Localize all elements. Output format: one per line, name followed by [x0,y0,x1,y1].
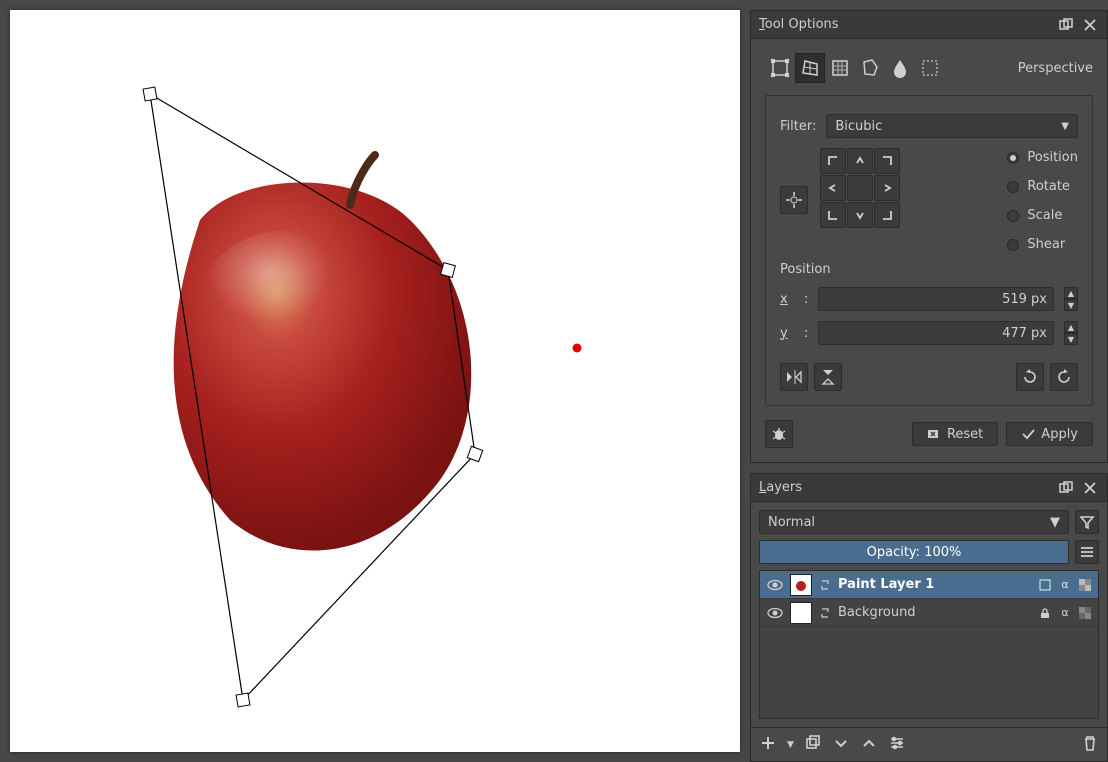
nudge-top-left[interactable] [820,148,846,174]
nudge-up[interactable] [847,148,873,174]
chevron-down-icon: ▼ [1061,121,1069,132]
filter-label: Filter: [780,119,816,134]
nudge-top-right[interactable] [874,148,900,174]
nudge-pad [820,148,900,228]
filter-value: Bicubic [835,119,882,134]
anchor-origin-button[interactable] [780,186,808,214]
mode-rotate-radio[interactable]: Rotate [1007,179,1078,194]
link-icon[interactable] [818,578,832,592]
filter-combo[interactable]: Bicubic ▼ [826,114,1078,138]
filter-layers-icon[interactable] [1075,510,1099,534]
rotate-cw-button[interactable] [1050,363,1078,391]
free-transform-icon[interactable] [765,53,795,83]
transform-mode-icons: Perspective [765,53,1093,83]
position-label: Position [780,262,1078,277]
transform-group: Filter: Bicubic ▼ [765,95,1093,406]
add-layer-button[interactable] [759,734,777,756]
tool-options-header: Tool Options [751,11,1107,39]
reset-icon [927,427,941,441]
nudge-left[interactable] [820,175,846,201]
y-label: y [780,326,794,341]
visibility-icon[interactable] [766,605,784,621]
check-icon [1021,427,1035,441]
layer-list: Paint Layer 1 α Background α [759,570,1099,719]
alpha-icon[interactable]: α [1058,606,1072,620]
add-layer-menu-icon[interactable]: ▼ [787,740,794,750]
mode-scale-radio[interactable]: Scale [1007,208,1078,223]
layers-panel: Layers Normal▼ Opacity: 100% Paint Layer… [750,473,1108,762]
tool-name-label: Perspective [1018,61,1093,76]
duplicate-layer-button[interactable] [804,734,822,756]
visibility-icon[interactable] [766,577,784,593]
liquify-icon[interactable] [885,53,915,83]
chevron-down-icon: ▼ [1050,515,1060,530]
nudge-center[interactable] [847,175,873,201]
move-layer-down-button[interactable] [832,734,850,756]
nudge-down[interactable] [847,202,873,228]
y-spinner[interactable]: ▲▼ [1064,321,1078,345]
close-icon[interactable] [1081,16,1099,34]
layer-thumbnail [790,602,812,624]
layer-row[interactable]: Paint Layer 1 α [760,571,1098,599]
rotate-ccw-button[interactable] [1016,363,1044,391]
perspective-frame[interactable] [10,10,740,752]
detach-icon[interactable] [1057,16,1075,34]
layer-thumbnail [790,574,812,596]
layer-name[interactable]: Paint Layer 1 [838,577,1032,592]
x-field[interactable]: 519 px [818,287,1054,311]
cage-icon[interactable] [855,53,885,83]
flip-horizontal-button[interactable] [780,363,808,391]
warp-icon[interactable] [825,53,855,83]
detach-icon[interactable] [1057,479,1075,497]
mode-shear-radio[interactable]: Shear [1007,237,1078,252]
layer-settings-button[interactable] [888,734,906,756]
nudge-bottom-right[interactable] [874,202,900,228]
blend-mode-combo[interactable]: Normal▼ [759,510,1069,534]
lock-icon[interactable] [1038,606,1052,620]
y-field[interactable]: 477 px [818,321,1054,345]
nudge-right[interactable] [874,175,900,201]
layers-header: Layers [751,474,1107,502]
move-layer-up-button[interactable] [860,734,878,756]
flip-vertical-button[interactable] [814,363,842,391]
reset-button[interactable]: Reset [912,422,998,446]
x-spinner[interactable]: ▲▼ [1064,287,1078,311]
style-icon[interactable] [1038,578,1052,592]
close-icon[interactable] [1081,479,1099,497]
checker-icon[interactable] [1078,578,1092,592]
canvas-area [0,0,750,762]
perspective-icon[interactable] [795,53,825,83]
opacity-slider[interactable]: Opacity: 100% [759,540,1069,564]
layers-footer: ▼ [751,727,1107,761]
debug-icon[interactable] [765,420,793,448]
mode-position-radio[interactable]: Position [1007,150,1078,165]
delete-layer-button[interactable] [1081,734,1099,756]
layers-title: Layers [759,480,1051,495]
alpha-icon[interactable]: α [1058,578,1072,592]
x-label: x [780,292,794,307]
checker-icon[interactable] [1078,606,1092,620]
canvas[interactable] [10,10,740,752]
tool-options-panel: Tool Options Perspective Filter: [750,10,1108,463]
pivot-point[interactable] [573,344,582,353]
mesh-icon[interactable] [915,53,945,83]
layer-row[interactable]: Background α [760,599,1098,627]
nudge-bottom-left[interactable] [820,202,846,228]
tool-options-title: Tool Options [759,17,1051,32]
apply-button[interactable]: Apply [1006,422,1093,446]
layer-name[interactable]: Background [838,605,1032,620]
layer-options-icon[interactable] [1075,540,1099,564]
link-icon[interactable] [818,606,832,620]
